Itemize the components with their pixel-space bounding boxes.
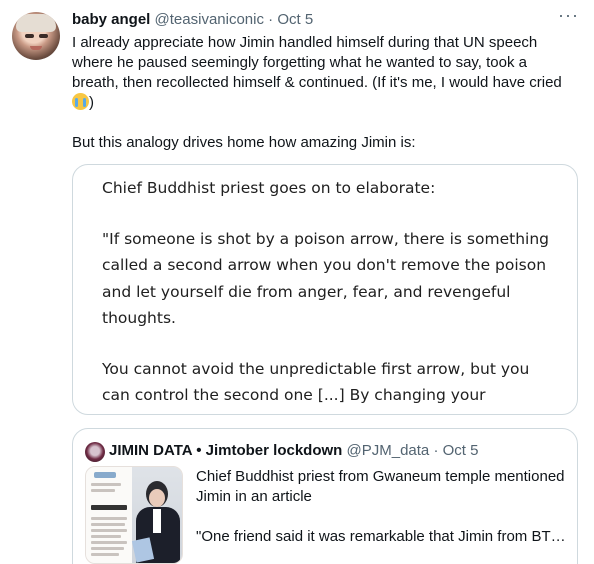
tweet-text: I already appreciate how Jimin handled h… [72, 33, 572, 153]
author-name[interactable]: baby angel [72, 11, 150, 28]
quoted-author-avatar [85, 442, 105, 462]
quoted-tweet-text: Chief Buddhist priest from Gwaneum templ… [196, 467, 568, 547]
separator-dot: · [268, 11, 274, 28]
tweet-text-close-paren: ) [89, 94, 94, 111]
image-text-line1: Chief Buddhist priest goes on to elabora… [102, 179, 436, 197]
quoted-tweet-date: Oct 5 [442, 442, 479, 459]
loudly-crying-face-icon [72, 93, 89, 110]
tweet-date[interactable]: Oct 5 [277, 11, 313, 28]
quoted-tweet-header: JIMIN DATA • Jimtober lockdown @PJM_data… [109, 441, 567, 461]
more-options-icon[interactable]: ··· [558, 6, 578, 28]
quoted-author-handle: @PJM_data [346, 442, 430, 459]
tweet-header: baby angel @teasivaniconic · Oct 5 [72, 10, 578, 30]
image-text-para2: "If someone is shot by a poison arrow, t… [102, 229, 549, 328]
quoted-tweet-thumbnail [85, 466, 183, 564]
tweet-text-line1: I already appreciate how Jimin handled h… [72, 34, 562, 91]
image-text-para3: You cannot avoid the unpredictable first… [102, 359, 559, 415]
quoted-text-line2: "One friend said it was remarkable that … [196, 528, 568, 545]
quoted-tweet[interactable]: JIMIN DATA • Jimtober lockdown @PJM_data… [72, 428, 578, 564]
tweet-text-para2: But this analogy drives home how amazing… [72, 134, 416, 151]
quoted-author-name: JIMIN DATA • Jimtober lockdown [109, 442, 343, 459]
quoted-separator-dot: · [433, 442, 439, 459]
author-avatar[interactable] [12, 12, 60, 60]
author-handle[interactable]: @teasivaniconic [155, 11, 264, 28]
quoted-text-line1: Chief Buddhist priest from Gwaneum templ… [196, 468, 565, 505]
tweet-image[interactable]: Chief Buddhist priest goes on to elabora… [72, 164, 578, 415]
